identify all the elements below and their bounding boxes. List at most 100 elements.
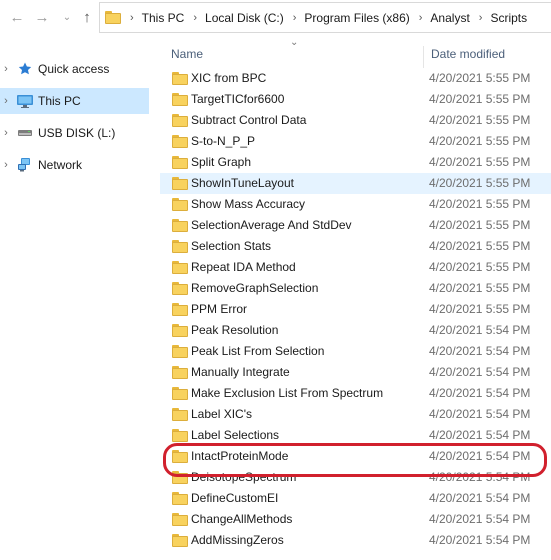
chevron-right-icon: › (130, 11, 134, 24)
column-header: Name ⌄ Date modified (160, 37, 551, 68)
sort-chevron-icon: ⌄ (290, 37, 299, 48)
file-date-modified: 4/20/2021 5:55 PM (429, 281, 531, 295)
nav-label: Network (38, 158, 83, 172)
breadcrumb-scripts[interactable]: Scripts (490, 11, 527, 25)
file-date-modified: 4/20/2021 5:55 PM (429, 176, 531, 190)
folder-icon (172, 93, 188, 106)
folder-icon (172, 114, 188, 127)
folder-icon (172, 345, 188, 358)
file-row[interactable]: Split Graph 4/20/2021 5:55 PM (160, 152, 551, 173)
folder-icon (172, 282, 188, 295)
star-icon (16, 60, 34, 78)
breadcrumb-analyst[interactable]: Analyst (430, 11, 469, 25)
file-row[interactable]: Show Mass Accuracy 4/20/2021 5:55 PM (160, 194, 551, 215)
breadcrumb-program-files[interactable]: Program Files (x86) (304, 11, 409, 25)
chevron-down-icon: ⌄ (62, 12, 72, 23)
file-name: Split Graph (191, 155, 252, 169)
folder-icon (172, 135, 188, 148)
file-row[interactable]: PPM Error 4/20/2021 5:55 PM (160, 299, 551, 320)
file-row[interactable]: DefineCustomEI 4/20/2021 5:54 PM (160, 488, 551, 509)
file-name: Label XIC's (191, 407, 252, 421)
file-date-modified: 4/20/2021 5:54 PM (429, 365, 531, 379)
file-row[interactable]: Label XIC's 4/20/2021 5:54 PM (160, 404, 551, 425)
folder-icon (172, 387, 188, 400)
expand-chevron-icon[interactable]: › (1, 159, 11, 171)
highlight-annotation (163, 443, 547, 477)
file-date-modified: 4/20/2021 5:54 PM (429, 533, 531, 547)
up-button[interactable]: ↑ (78, 9, 96, 27)
nav-label: USB DISK (L:) (38, 126, 116, 140)
file-name: Peak Resolution (191, 323, 279, 337)
arrow-left-icon: ← (9, 9, 25, 26)
nav-item-quick-access[interactable]: › Quick access (0, 56, 149, 82)
file-date-modified: 4/20/2021 5:54 PM (429, 344, 531, 358)
column-header-date-modified[interactable]: Date modified (431, 47, 505, 61)
network-icon (16, 156, 34, 174)
folder-icon (105, 11, 121, 24)
expand-chevron-icon[interactable]: › (1, 127, 11, 139)
nav-label: Quick access (38, 62, 110, 76)
file-row[interactable]: TargetTICfor6600 4/20/2021 5:55 PM (160, 89, 551, 110)
chevron-right-icon: › (292, 11, 297, 24)
file-date-modified: 4/20/2021 5:55 PM (429, 134, 531, 148)
nav-item-network[interactable]: › Network (0, 152, 149, 178)
file-date-modified: 4/20/2021 5:54 PM (429, 428, 531, 442)
file-name: Manually Integrate (191, 365, 290, 379)
folder-icon (172, 240, 188, 253)
file-date-modified: 4/20/2021 5:55 PM (429, 218, 531, 232)
file-row[interactable]: AddMissingZeros 4/20/2021 5:54 PM (160, 530, 551, 551)
recent-locations-button[interactable]: ⌄ (58, 9, 76, 27)
breadcrumb-this-pc[interactable]: This PC (142, 11, 185, 25)
folder-icon (172, 534, 188, 547)
file-row[interactable]: ShowInTuneLayout 4/20/2021 5:55 PM (160, 173, 551, 194)
file-row[interactable]: Subtract Control Data 4/20/2021 5:55 PM (160, 110, 551, 131)
file-name: Label Selections (191, 428, 280, 442)
file-row[interactable]: XIC from BPC 4/20/2021 5:55 PM (160, 68, 551, 89)
nav-item-this-pc[interactable]: › This PC (0, 88, 149, 114)
file-name: PPM Error (191, 302, 248, 316)
file-date-modified: 4/20/2021 5:55 PM (429, 113, 531, 127)
forward-button[interactable]: → (33, 9, 51, 27)
file-row[interactable]: S-to-N_P_P 4/20/2021 5:55 PM (160, 131, 551, 152)
usb-drive-icon (16, 124, 34, 142)
back-button[interactable]: ← (8, 9, 26, 27)
file-row[interactable]: RemoveGraphSelection 4/20/2021 5:55 PM (160, 278, 551, 299)
file-name: SelectionAverage And StdDev (191, 218, 352, 232)
folder-icon (172, 429, 188, 442)
file-row[interactable]: ChangeAllMethods 4/20/2021 5:54 PM (160, 509, 551, 530)
address-bar[interactable]: › This PC › Local Disk (C:) › Program Fi… (99, 2, 551, 33)
folder-icon (172, 408, 188, 421)
file-row[interactable]: Manually Integrate 4/20/2021 5:54 PM (160, 362, 551, 383)
file-name: XIC from BPC (191, 71, 267, 85)
chevron-right-icon: › (478, 11, 483, 24)
folder-icon (172, 177, 188, 190)
file-date-modified: 4/20/2021 5:55 PM (429, 302, 531, 316)
file-row[interactable]: Make Exclusion List From Spectrum 4/20/20… (160, 383, 551, 404)
expand-chevron-icon[interactable]: › (1, 95, 11, 107)
file-row[interactable]: Repeat IDA Method 4/20/2021 5:55 PM (160, 257, 551, 278)
file-row[interactable]: Peak List From Selection 4/20/2021 5:54 P… (160, 341, 551, 362)
file-row[interactable]: Selection Stats 4/20/2021 5:55 PM (160, 236, 551, 257)
file-name: DefineCustomEI (191, 491, 279, 505)
column-divider[interactable] (423, 46, 424, 68)
file-date-modified: 4/20/2021 5:54 PM (429, 512, 531, 526)
column-header-name[interactable]: Name (171, 47, 203, 61)
file-name: Make Exclusion List From Spectrum (191, 386, 384, 400)
file-row[interactable]: SelectionAverage And StdDev 4/20/2021 5:5… (160, 215, 551, 236)
file-date-modified: 4/20/2021 5:55 PM (429, 92, 531, 106)
arrow-up-icon: ↑ (83, 9, 91, 26)
nav-item-usb-disk[interactable]: › USB DISK (L:) (0, 120, 149, 146)
chevron-right-icon: › (418, 11, 423, 24)
folder-icon (172, 261, 188, 274)
breadcrumb-local-disk[interactable]: Local Disk (C:) (205, 11, 284, 25)
nav-label: This PC (38, 94, 81, 108)
folder-icon (172, 156, 188, 169)
file-date-modified: 4/20/2021 5:54 PM (429, 407, 531, 421)
file-row[interactable]: Peak Resolution 4/20/2021 5:54 PM (160, 320, 551, 341)
file-name: Peak List From Selection (191, 344, 325, 358)
file-date-modified: 4/20/2021 5:54 PM (429, 323, 531, 337)
folder-icon (172, 366, 188, 379)
file-date-modified: 4/20/2021 5:55 PM (429, 71, 531, 85)
file-name: Selection Stats (191, 239, 272, 253)
expand-chevron-icon[interactable]: › (1, 63, 11, 75)
